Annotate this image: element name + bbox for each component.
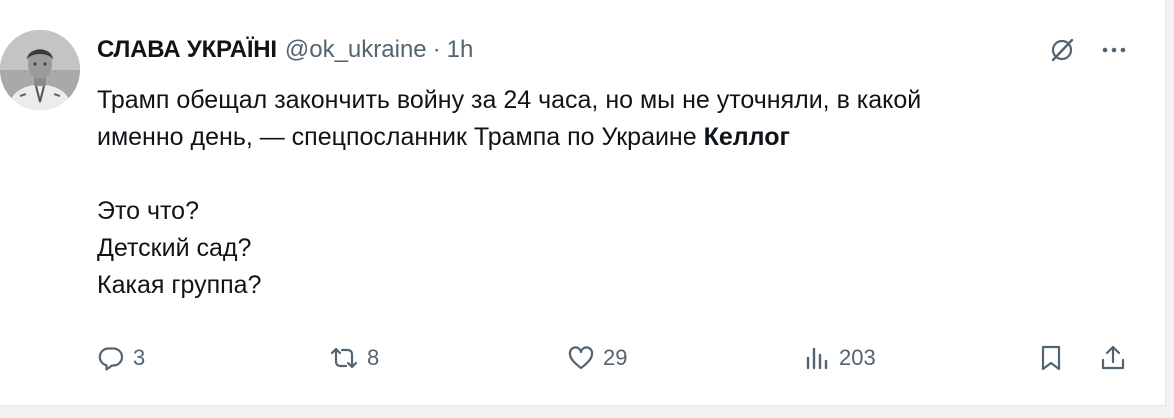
tweet-header: СЛАВА УКРАЇНІ @ok_ukraine · 1h bbox=[97, 34, 473, 66]
tweet-text-fragment: именно день, — спецпосланник Трампа по У… bbox=[97, 123, 704, 151]
separator-dot: · bbox=[432, 36, 441, 63]
tweet-text-line: Детский сад? bbox=[97, 234, 252, 262]
more-icon[interactable] bbox=[1099, 35, 1129, 65]
heart-icon bbox=[567, 344, 595, 372]
tweet-text-line: именно день, — спецпосланник Трампа по У… bbox=[97, 119, 1127, 156]
timestamp[interactable]: 1h bbox=[447, 36, 474, 64]
reply-button[interactable]: 3 bbox=[97, 340, 145, 376]
grok-icon[interactable] bbox=[1047, 35, 1077, 65]
bookmark-icon bbox=[1037, 343, 1065, 373]
like-button[interactable]: 29 bbox=[567, 340, 627, 376]
tweet-text: Трамп обещал закончить войну за 24 часа,… bbox=[97, 82, 1127, 304]
share-button[interactable] bbox=[1099, 340, 1127, 376]
tweet-text-line: Трамп обещал закончить войну за 24 часа,… bbox=[97, 86, 922, 114]
tweet-card[interactable]: СЛАВА УКРАЇНІ @ok_ukraine · 1h Трамп обе… bbox=[0, 0, 1166, 406]
reply-icon bbox=[97, 344, 125, 372]
tweet-text-line: Это что? bbox=[97, 197, 199, 225]
analytics-icon bbox=[803, 344, 831, 372]
reply-count: 3 bbox=[133, 345, 146, 370]
view-count: 203 bbox=[839, 345, 876, 370]
share-icon bbox=[1099, 343, 1127, 373]
retweet-button[interactable]: 8 bbox=[329, 340, 379, 376]
like-count: 29 bbox=[603, 345, 628, 370]
avatar-photo-icon bbox=[0, 30, 80, 110]
user-handle[interactable]: @ok_ukraine bbox=[285, 36, 427, 64]
action-bar: 3 8 29 203 bbox=[97, 340, 1137, 376]
tweet-text-bold-name: Келлог bbox=[703, 123, 790, 151]
tweet-text-line: Какая группа? bbox=[97, 271, 262, 299]
avatar[interactable] bbox=[0, 30, 80, 110]
display-name[interactable]: СЛАВА УКРАЇНІ bbox=[97, 36, 277, 64]
retweet-count: 8 bbox=[367, 345, 380, 370]
views-button[interactable]: 203 bbox=[803, 340, 876, 376]
bookmark-button[interactable] bbox=[1037, 340, 1065, 376]
header-icons bbox=[1047, 34, 1129, 66]
retweet-icon bbox=[329, 344, 359, 372]
